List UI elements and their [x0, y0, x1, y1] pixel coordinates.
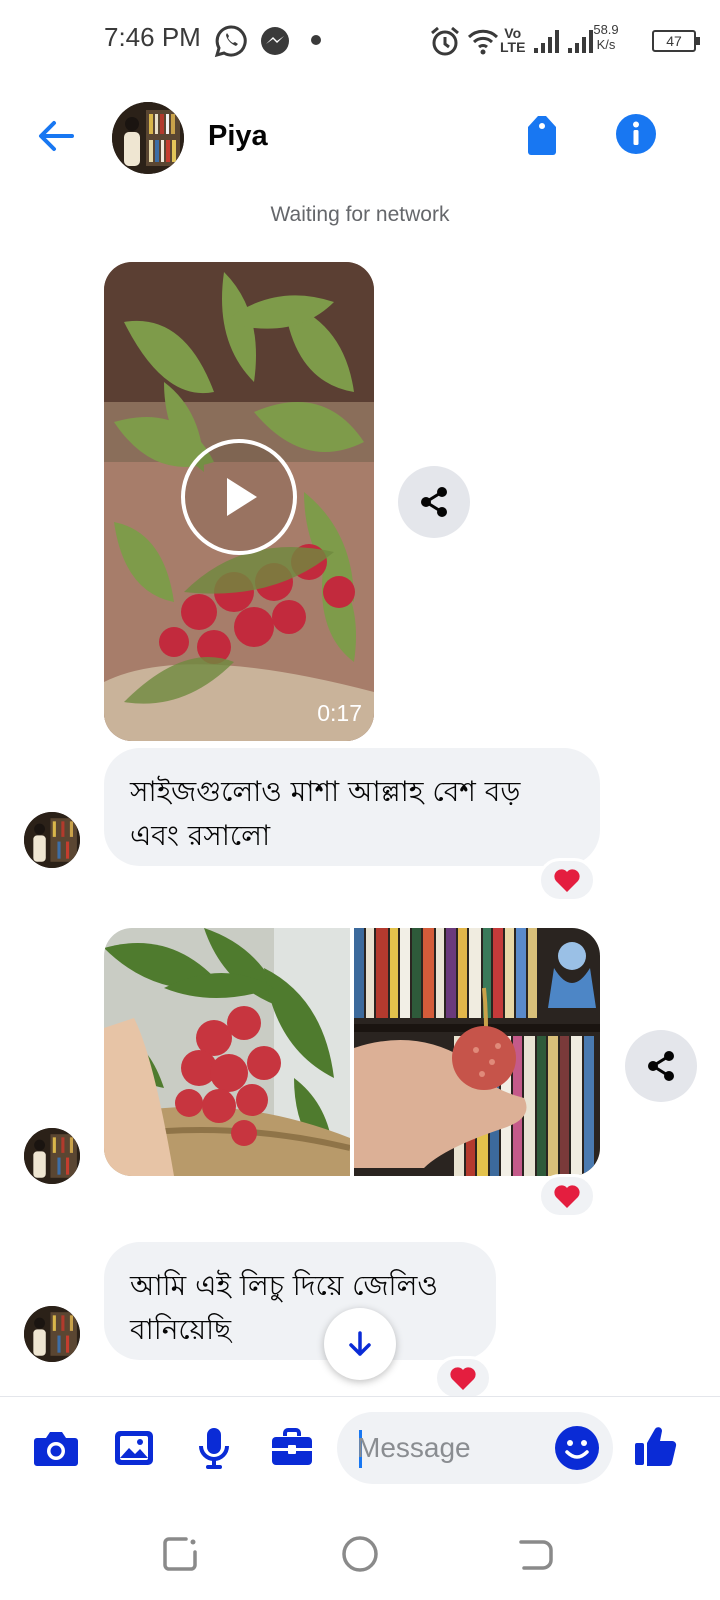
sender-avatar	[24, 1128, 80, 1184]
video-message[interactable]: 0:17	[104, 262, 374, 741]
messenger-icon	[261, 27, 289, 55]
message-input[interactable]	[357, 1426, 537, 1470]
avatar-image	[112, 102, 184, 174]
share-icon	[648, 1051, 674, 1081]
reaction-badge[interactable]	[538, 1174, 596, 1218]
contact-avatar[interactable]	[112, 102, 184, 174]
photo-message[interactable]	[104, 928, 600, 1176]
alarm-icon	[431, 26, 459, 56]
thumbs-up-icon	[635, 1427, 677, 1467]
avatar-image	[24, 1128, 80, 1184]
camera-icon	[34, 1432, 78, 1466]
share-button[interactable]	[398, 466, 470, 538]
avatar-image	[24, 812, 80, 868]
scroll-to-bottom-button[interactable]	[324, 1308, 396, 1380]
gallery-icon	[115, 1431, 153, 1465]
play-icon[interactable]	[180, 438, 298, 556]
camera-button[interactable]	[32, 1424, 80, 1472]
photo-lychee-hand[interactable]	[354, 928, 600, 1176]
volte-icon: Vo LTE	[500, 25, 526, 55]
notification-dot	[311, 35, 321, 45]
message-field[interactable]	[337, 1412, 613, 1484]
microphone-icon	[199, 1428, 229, 1469]
contact-name[interactable]: Piya	[208, 120, 268, 153]
video-duration: 0:17	[317, 700, 362, 726]
network-status: Waiting for network	[270, 203, 450, 226]
gallery-button[interactable]	[110, 1424, 158, 1472]
battery-indicator: 47	[652, 30, 700, 52]
emoji-icon	[565, 1440, 589, 1459]
network-speed: 58.9 K/s	[593, 22, 619, 52]
reaction-badge[interactable]	[434, 1356, 492, 1400]
briefcase-icon	[272, 1428, 312, 1465]
message-bubble[interactable]: সাইজগুলোও মাশা আল্লাহ বেশ বড় এবং রসালো	[104, 748, 600, 866]
avatar-image	[24, 1306, 80, 1362]
share-icon	[421, 487, 447, 517]
more-tools-button[interactable]	[268, 1424, 316, 1472]
sender-avatar	[24, 812, 80, 868]
composer-divider	[0, 1396, 720, 1397]
emoji-button[interactable]	[555, 1426, 599, 1470]
like-button[interactable]	[630, 1420, 682, 1472]
recents-icon[interactable]	[156, 1530, 204, 1578]
info-icon[interactable]	[614, 112, 658, 156]
heart-icon	[554, 869, 580, 892]
photo-lychee-bunch[interactable]	[104, 928, 350, 1176]
sender-avatar	[24, 1306, 80, 1362]
back-icon[interactable]	[512, 1530, 560, 1578]
tag-icon[interactable]	[524, 113, 560, 157]
home-icon[interactable]	[336, 1530, 384, 1578]
back-arrow-icon[interactable]	[36, 116, 76, 156]
heart-icon	[450, 1367, 476, 1390]
arrow-down-icon	[349, 1331, 371, 1356]
heart-icon	[554, 1185, 580, 1208]
reaction-badge[interactable]	[538, 858, 596, 902]
status-time: 7:46 PM	[104, 22, 201, 52]
signal-icon	[534, 30, 559, 53]
message-bubble[interactable]: আমি এই লিচু দিয়ে জেলিও বানিয়েছি	[104, 1242, 496, 1360]
wifi-icon	[467, 29, 499, 55]
microphone-button[interactable]	[190, 1424, 238, 1472]
share-button[interactable]	[625, 1030, 697, 1102]
whatsapp-icon	[214, 25, 247, 58]
